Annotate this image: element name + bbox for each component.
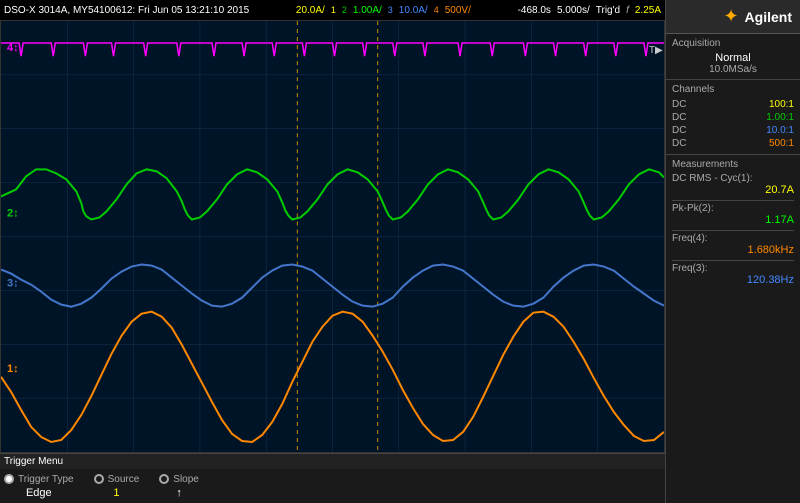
waveform-display: 4↕ 2↕ 3↕ 1↕ T▶: [1, 21, 664, 452]
meas-label-1: Pk-Pk(2):: [672, 203, 794, 214]
trigger-status: Trig'd: [596, 5, 620, 16]
meas-value-3: 120.38Hz: [672, 274, 794, 286]
ch4-scale: 500V/: [445, 5, 471, 16]
ch3-row: DC 10.0:1: [672, 124, 794, 137]
trigger-slope-btn[interactable]: Slope ↑: [159, 474, 199, 499]
ch2-num: 2: [342, 5, 347, 15]
ch1-scale: 20.0A/: [296, 5, 325, 16]
ch1-row: DC 100:1: [672, 98, 794, 111]
ch4-row: DC 500:1: [672, 137, 794, 150]
meas-label-0: DC RMS - Cyc(1):: [672, 173, 794, 184]
ch3-marker: 3↕: [7, 278, 19, 290]
meas-value-0: 20.7A: [672, 184, 794, 196]
trigger-source-radio: [94, 474, 104, 484]
ch1-ratio: 100:1: [769, 99, 794, 110]
channels-title: Channels: [672, 84, 794, 95]
ch3-scale: 10.0A/: [399, 5, 428, 16]
divider-1: [672, 200, 794, 201]
trigger-slope-value: ↑: [176, 487, 182, 499]
ch2-marker: 2↕: [7, 207, 19, 219]
meas-row-0: DC RMS - Cyc(1): 20.7A: [672, 173, 794, 196]
acquisition-rate: 10.0MSa/s: [672, 64, 794, 75]
ch2-dc: DC: [672, 112, 686, 123]
divider-3: [672, 260, 794, 261]
right-panel: ✦ Agilent Acquisition Normal 10.0MSa/s C…: [665, 0, 800, 503]
agilent-header: ✦ Agilent: [666, 0, 800, 34]
trigger-arrow: T▶: [649, 45, 663, 56]
acquisition-section: Acquisition Normal 10.0MSa/s: [666, 34, 800, 80]
ch4-num: 4: [434, 5, 439, 15]
trigger-source-value: 1: [113, 487, 119, 499]
model-serial: DSO-X 3014A, MY54100612: Fri Jun 05 13:2…: [4, 5, 249, 16]
ch1-num: 1: [331, 5, 336, 15]
trigger-type-btn[interactable]: Trigger Type Edge: [4, 474, 74, 499]
trigger-slope-radio: [159, 474, 169, 484]
agilent-brand: Agilent: [745, 9, 792, 25]
time-scale: 5.000s/: [557, 5, 590, 16]
f-label: f: [626, 5, 629, 16]
ch2-row: DC 1.00:1: [672, 111, 794, 124]
trigger-menu-buttons: Trigger Type Edge Source 1 Slope: [0, 469, 665, 503]
measurements-section: Measurements DC RMS - Cyc(1): 20.7A Pk-P…: [666, 155, 800, 503]
trigger-menu-title: Trigger Menu: [0, 454, 665, 469]
divider-2: [672, 230, 794, 231]
trigger-source-label: Source: [108, 474, 140, 485]
trigger-menu: Trigger Menu Trigger Type Edge Source 1: [0, 453, 665, 503]
ch4-marker: 1↕: [7, 363, 19, 375]
ch4-dc: DC: [672, 138, 686, 149]
trigger-type-label: Trigger Type: [18, 474, 74, 485]
f-value: 2.25A: [635, 5, 661, 16]
scope-area: DSO-X 3014A, MY54100612: Fri Jun 05 13:2…: [0, 0, 665, 503]
main-container: DSO-X 3014A, MY54100612: Fri Jun 05 13:2…: [0, 0, 800, 503]
meas-row-3: Freq(3): 120.38Hz: [672, 263, 794, 286]
trigger-type-value: Edge: [26, 487, 52, 499]
agilent-logo-icon: ✦: [723, 6, 738, 27]
ch1-marker: 4↕: [7, 42, 19, 54]
channels-table: DC 100:1 DC 1.00:1 DC 10.0:1 DC 500:1: [672, 98, 794, 150]
trigger-slope-label: Slope: [173, 474, 199, 485]
ch3-ratio: 10.0:1: [766, 125, 794, 136]
time-offset: -468.0s: [518, 5, 551, 16]
trigger-source-btn[interactable]: Source 1: [94, 474, 140, 499]
meas-row-2: Freq(4): 1.680kHz: [672, 233, 794, 256]
trigger-type-radio: [4, 474, 14, 484]
ch3-num: 3: [388, 5, 393, 15]
ch2-scale: 1.00A/: [353, 5, 382, 16]
acquisition-title: Acquisition: [672, 38, 794, 49]
top-bar: DSO-X 3014A, MY54100612: Fri Jun 05 13:2…: [0, 0, 665, 20]
meas-label-2: Freq(4):: [672, 233, 794, 244]
channels-section: Channels DC 100:1 DC 1.00:1 DC 10.0:1 DC…: [666, 80, 800, 155]
scope-screen: 4↕ 2↕ 3↕ 1↕ T▶: [0, 20, 665, 453]
meas-label-3: Freq(3):: [672, 263, 794, 274]
meas-value-1: 1.17A: [672, 214, 794, 226]
ch3-dc: DC: [672, 125, 686, 136]
ch1-dc: DC: [672, 99, 686, 110]
acquisition-mode: Normal: [672, 52, 794, 64]
meas-value-2: 1.680kHz: [672, 244, 794, 256]
meas-row-1: Pk-Pk(2): 1.17A: [672, 203, 794, 226]
ch4-ratio: 500:1: [769, 138, 794, 149]
measurements-title: Measurements: [672, 159, 794, 170]
ch2-ratio: 1.00:1: [766, 112, 794, 123]
